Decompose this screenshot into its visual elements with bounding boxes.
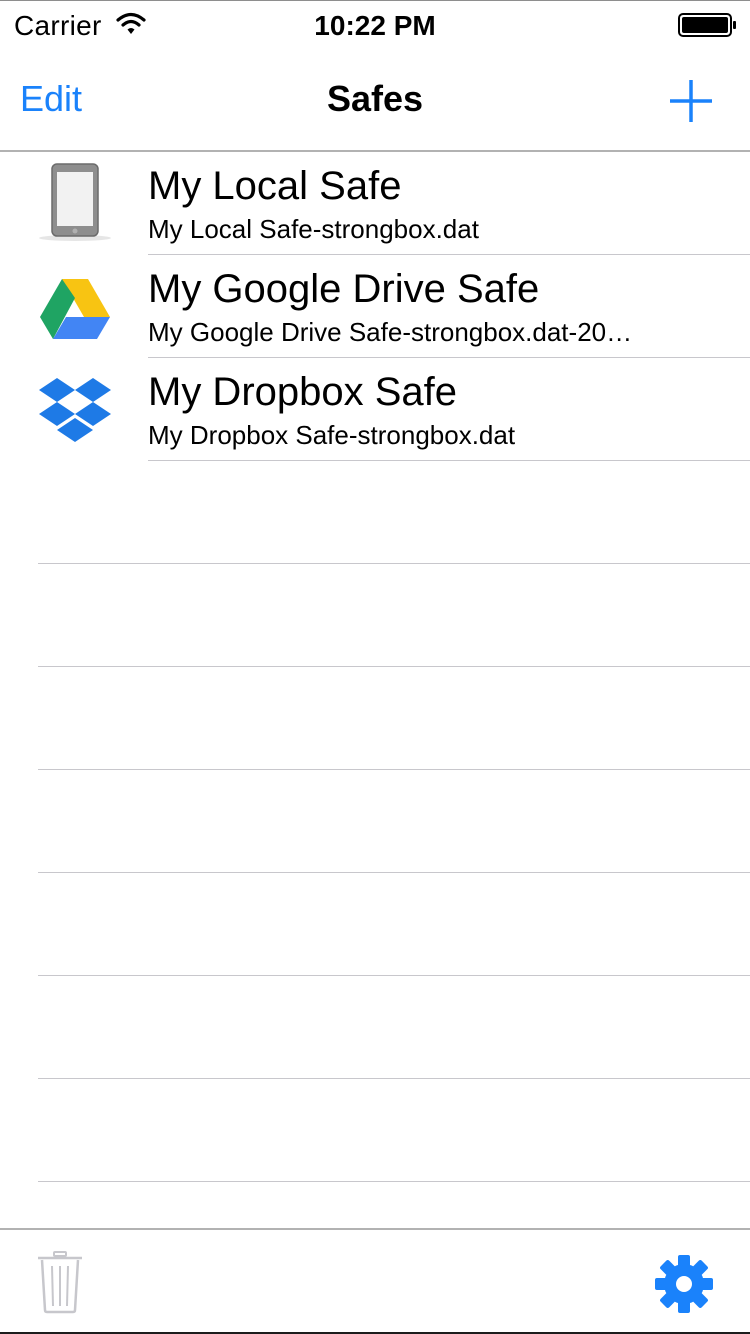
safe-row-dropbox[interactable]: My Dropbox Safe My Dropbox Safe-strongbo… <box>0 358 750 461</box>
empty-row-separator <box>38 563 750 564</box>
safes-list: My Local Safe My Local Safe-strongbox.da… <box>0 152 750 1228</box>
safe-title: My Local Safe <box>148 164 402 208</box>
safe-filename: My Local Safe-strongbox.dat <box>148 214 479 244</box>
status-bar: Carrier 10:22 PM <box>0 0 750 48</box>
empty-row-separator <box>38 1078 750 1079</box>
empty-row-separator <box>38 975 750 976</box>
bottom-toolbar <box>0 1228 750 1334</box>
device-icon <box>39 163 111 241</box>
safe-title: My Google Drive Safe <box>148 267 540 311</box>
dropbox-icon <box>39 378 111 442</box>
page-title: Safes <box>326 78 424 119</box>
trash-icon <box>38 1251 82 1314</box>
empty-row-separator <box>38 1181 750 1182</box>
empty-row-separator <box>38 666 750 667</box>
empty-row-separator <box>38 769 750 770</box>
gear-icon[interactable] <box>654 1254 714 1314</box>
row-separator <box>148 460 750 461</box>
safe-filename: My Google Drive Safe-strongbox.dat-20… <box>148 317 633 347</box>
google-drive-icon <box>40 279 110 339</box>
battery-icon <box>678 13 736 37</box>
safe-row-local[interactable]: My Local Safe My Local Safe-strongbox.da… <box>0 152 750 255</box>
navigation-bar: Edit Safes <box>0 48 750 152</box>
plus-icon[interactable] <box>666 76 716 126</box>
safe-filename: My Dropbox Safe-strongbox.dat <box>148 420 516 450</box>
status-time: 10:22 PM <box>314 10 436 41</box>
safe-title: My Dropbox Safe <box>148 370 458 414</box>
safe-row-google-drive[interactable]: My Google Drive Safe My Google Drive Saf… <box>0 255 750 358</box>
empty-row-separator <box>38 872 750 873</box>
